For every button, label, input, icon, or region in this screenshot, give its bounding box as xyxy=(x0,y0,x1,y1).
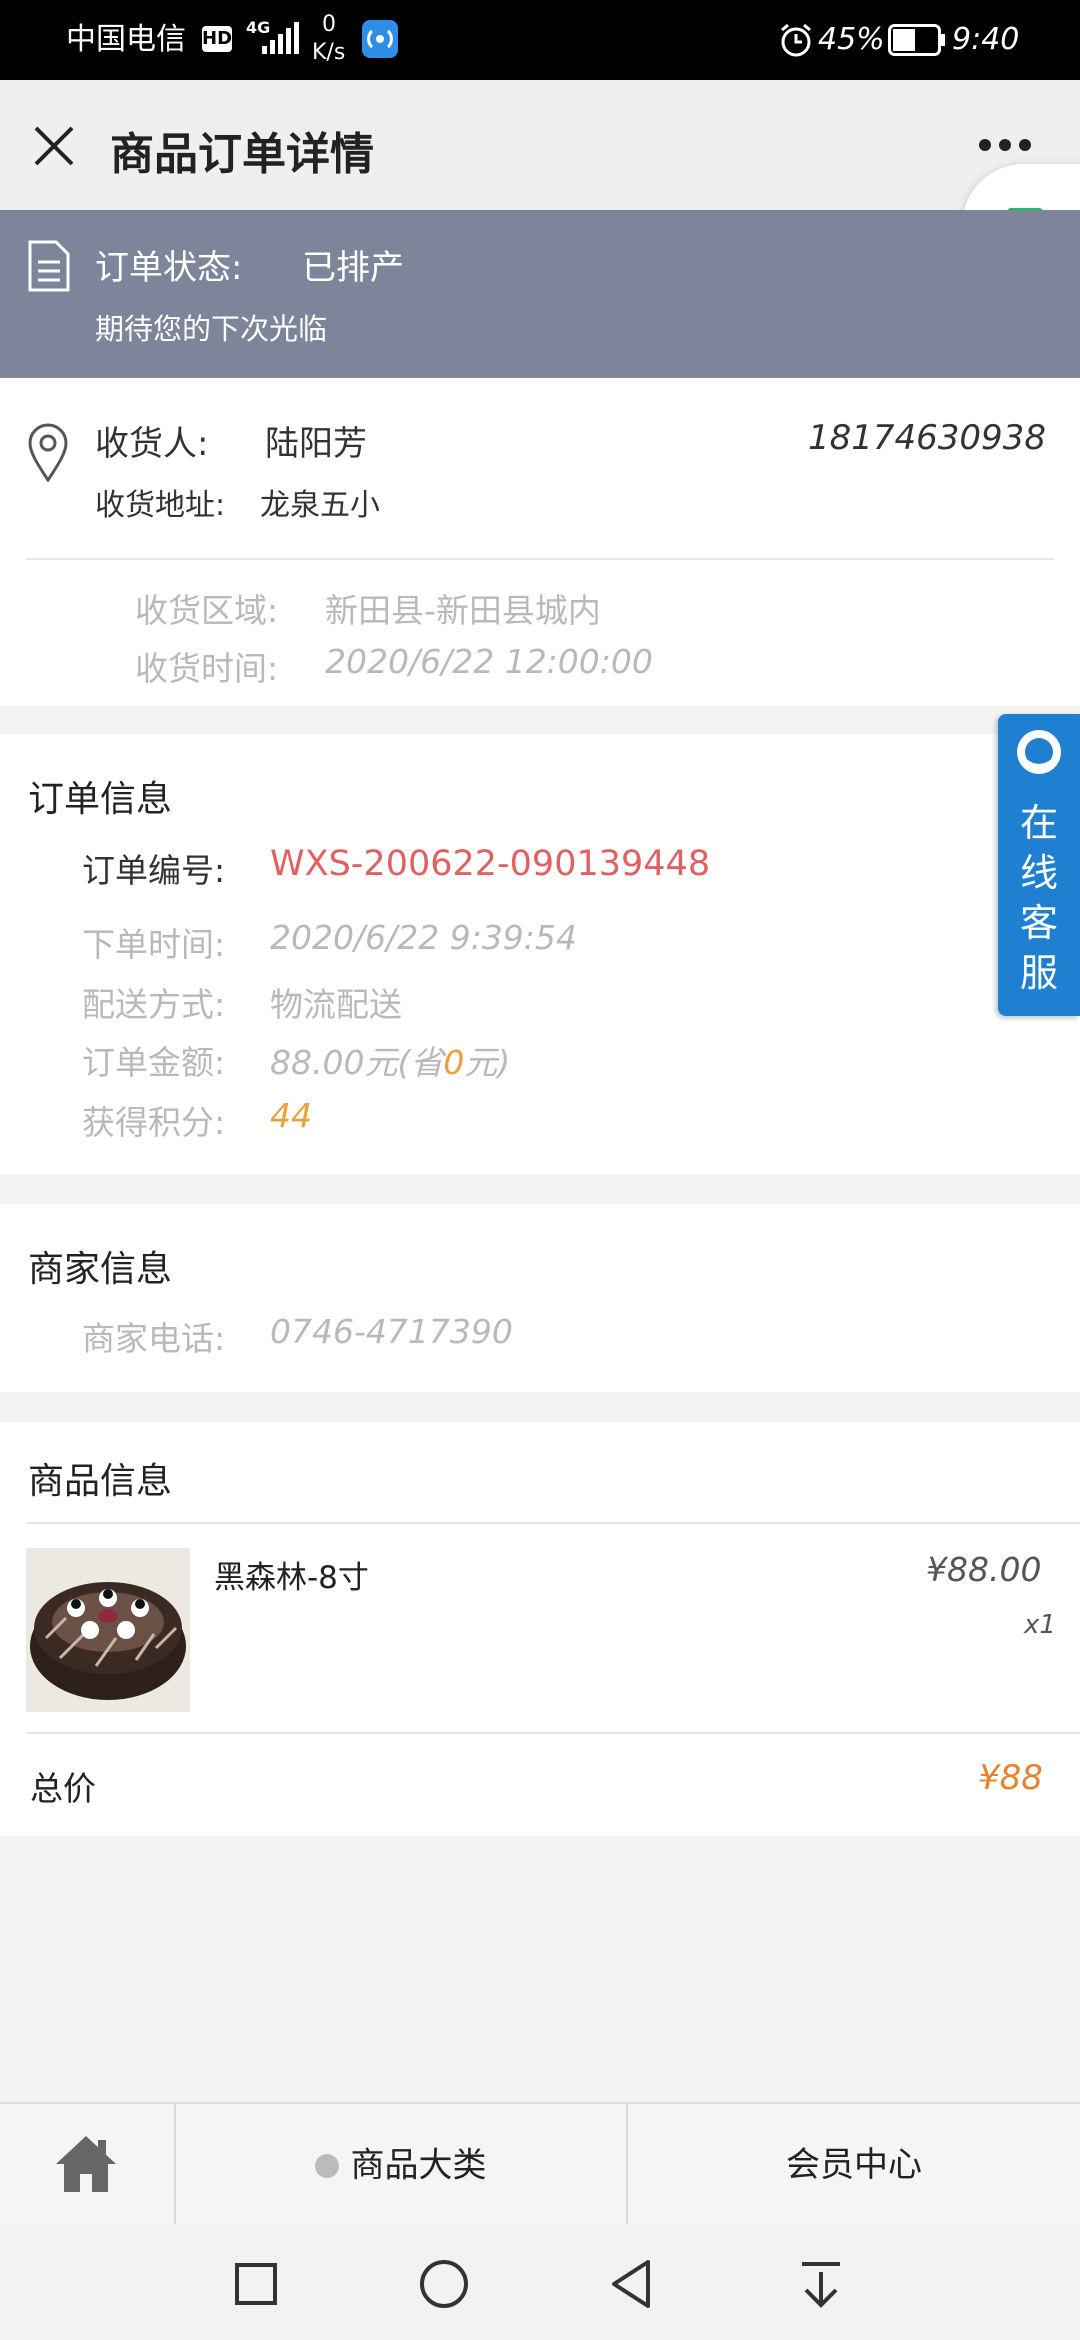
order-status-banner: 订单状态: 已排产 期待您的下次光临 xyxy=(0,210,1080,378)
service-char: 服 xyxy=(1019,951,1058,995)
product-quantity: x1 xyxy=(1024,1610,1056,1640)
points-label: 获得积分: xyxy=(82,1103,226,1142)
page-title: 商品订单详情 xyxy=(110,129,374,180)
member-nav-button[interactable]: 会员中心 xyxy=(628,2104,1080,2226)
title-bar: 商品订单详情 xyxy=(0,80,1080,210)
system-nav-bar xyxy=(0,2224,1080,2340)
speed-value: 0 xyxy=(322,12,336,37)
product-name[interactable]: 黑森林-8寸 xyxy=(214,1552,369,1597)
home-circle-icon[interactable] xyxy=(418,2258,470,2310)
address-section: 收货人: 陆阳芳 18174630938 收货地址: 龙泉五小 收货区域: 新田… xyxy=(0,378,1080,706)
service-char: 客 xyxy=(1019,901,1058,945)
product-price: ¥88.00 xyxy=(926,1550,1042,1589)
address-label: 收货地址: xyxy=(95,488,226,523)
carrier-name: 中国电信 xyxy=(66,22,186,57)
online-service-button[interactable]: 在 线 客 服 xyxy=(998,714,1080,1016)
product-section: 商品信息 黑森林-8寸 ¥88.00 x1 总价 ¥88 xyxy=(0,1422,1080,1836)
order-amount-value: 88.00元(省0元) xyxy=(270,1036,510,1084)
service-char: 线 xyxy=(1019,851,1058,895)
recents-icon[interactable] xyxy=(234,2262,278,2306)
merchant-section: 商家信息 商家电话: 0746-4717390 xyxy=(0,1204,1080,1392)
battery-percent: 45% xyxy=(818,22,885,57)
order-time-value: 2020/6/22 9:39:54 xyxy=(270,918,577,957)
merchant-phone-value[interactable]: 0746-4717390 xyxy=(270,1312,513,1351)
order-info-title: 订单信息 xyxy=(28,779,173,820)
delivery-method-value: 物流配送 xyxy=(270,985,402,1024)
region-label: 收货区域: xyxy=(135,591,279,630)
status-bar: 中国电信 HD 4G 0 K/s 45% 9:40 xyxy=(0,0,1080,80)
receiver-name: 陆阳芳 xyxy=(265,424,367,464)
categories-label: 商品大类 xyxy=(350,2145,487,2186)
receiver-phone[interactable]: 18174630938 xyxy=(808,418,1046,458)
home-icon xyxy=(56,2136,116,2192)
order-info-section: 订单信息 订单编号: WXS-200622-090139448 下单时间: 20… xyxy=(0,734,1080,1174)
merchant-phone-label: 商家电话: xyxy=(82,1319,226,1358)
delivery-time-label: 收货时间: xyxy=(135,649,279,688)
total-price: ¥88 xyxy=(978,1758,1043,1798)
hd-badge: HD xyxy=(202,26,232,52)
order-status-label: 订单状态: xyxy=(95,248,243,288)
order-amount-saved: 0 xyxy=(443,1043,465,1082)
signal-icon xyxy=(262,22,299,54)
service-char: 在 xyxy=(1019,801,1058,845)
member-label: 会员中心 xyxy=(786,2145,922,2185)
order-number-label: 订单编号: xyxy=(82,851,226,890)
service-label: 在 线 客 服 xyxy=(998,798,1080,998)
divider xyxy=(26,1732,1080,1734)
merchant-info-title: 商家信息 xyxy=(28,1249,173,1290)
points-value: 44 xyxy=(270,1096,312,1135)
divider xyxy=(26,1522,1080,1524)
product-thumbnail[interactable] xyxy=(26,1548,190,1712)
delivery-method-label: 配送方式: xyxy=(82,985,226,1024)
headset-icon xyxy=(1017,730,1061,774)
categories-nav-button[interactable]: 商品大类 xyxy=(176,2104,626,2226)
order-time-label: 下单时间: xyxy=(82,925,226,964)
product-info-title: 商品信息 xyxy=(28,1461,173,1502)
alarm-icon xyxy=(781,23,811,57)
cake-image xyxy=(26,1548,190,1712)
home-nav-button[interactable] xyxy=(0,2104,174,2226)
order-number-value: WXS-200622-090139448 xyxy=(270,844,711,884)
order-amount-main: 88.00元(省 xyxy=(270,1043,444,1082)
clock-time: 9:40 xyxy=(952,22,1020,57)
battery-icon xyxy=(888,24,945,56)
location-pin-icon xyxy=(28,423,68,482)
order-status-value: 已排产 xyxy=(302,248,404,288)
order-amount-suffix: 元) xyxy=(464,1043,511,1082)
divider xyxy=(26,558,1054,560)
close-icon[interactable] xyxy=(32,124,76,168)
speed-unit: K/s xyxy=(312,40,346,65)
address-value: 龙泉五小 xyxy=(260,488,380,523)
region-value: 新田县-新田县城内 xyxy=(325,591,601,630)
order-amount-label: 订单金额: xyxy=(82,1043,226,1082)
status-message: 期待您的下次光临 xyxy=(95,312,328,346)
delivery-time-value: 2020/6/22 12:00:00 xyxy=(325,642,653,681)
back-icon[interactable] xyxy=(608,2258,654,2310)
total-label: 总价 xyxy=(30,1769,96,1808)
more-icon[interactable] xyxy=(978,138,1032,152)
receipt-icon xyxy=(28,240,70,292)
notification-pull-icon[interactable] xyxy=(798,2260,844,2310)
receiver-label: 收货人: xyxy=(95,424,209,464)
hotspot-icon xyxy=(362,20,398,58)
menu-dot-icon xyxy=(315,2153,340,2178)
bottom-nav: 商品大类 会员中心 xyxy=(0,2102,1080,2226)
